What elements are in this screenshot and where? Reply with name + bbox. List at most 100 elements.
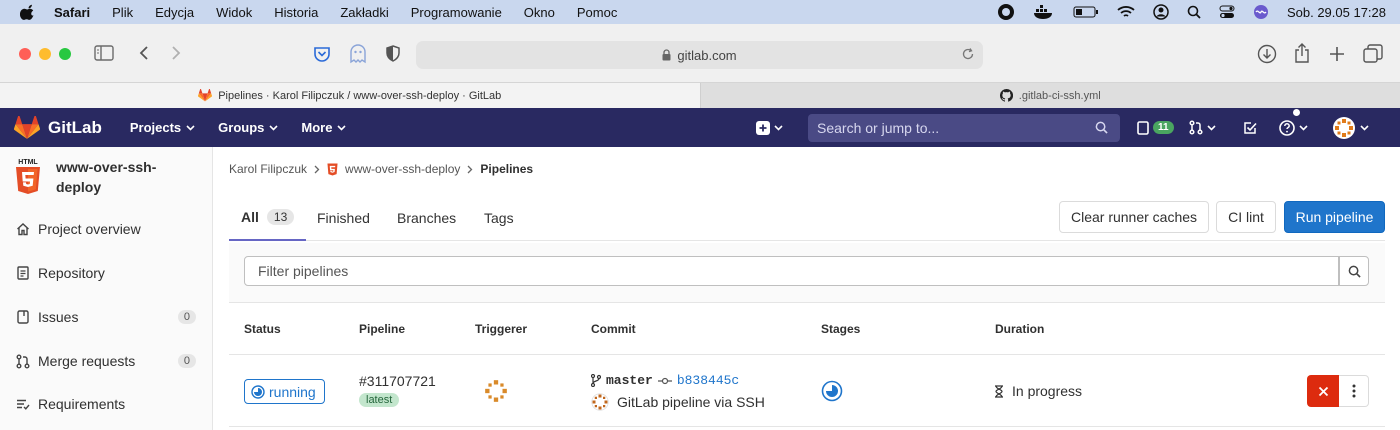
user-menu[interactable] xyxy=(1332,108,1369,147)
browser-tab-gitlab-ci[interactable]: .gitlab-ci-ssh.yml xyxy=(700,83,1400,108)
menu-develop[interactable]: Programowanie xyxy=(411,5,502,20)
user-switch-icon[interactable] xyxy=(1153,4,1169,20)
status-badge[interactable]: running xyxy=(244,379,325,404)
search-icon xyxy=(1348,265,1361,278)
requirements-icon xyxy=(17,399,30,410)
pipeline-id-link[interactable]: #311707721 xyxy=(359,373,436,389)
search-input[interactable]: Search or jump to... xyxy=(808,114,1120,142)
wifi-icon[interactable] xyxy=(1117,5,1135,19)
table-header-divider xyxy=(229,354,1385,355)
window-zoom-button[interactable] xyxy=(59,48,71,60)
cancel-pipeline-button[interactable] xyxy=(1307,375,1339,407)
plus-square-icon xyxy=(756,120,770,135)
reload-icon[interactable] xyxy=(961,47,975,61)
forward-icon[interactable] xyxy=(170,45,182,61)
status-running-icon xyxy=(251,384,265,399)
branch-icon xyxy=(591,374,601,387)
ci-lint-button[interactable]: CI lint xyxy=(1216,201,1276,233)
filter-placeholder: Filter pipelines xyxy=(258,263,349,279)
menu-window[interactable]: Okno xyxy=(524,5,555,20)
new-item-dropdown[interactable] xyxy=(756,108,783,147)
merge-request-icon xyxy=(1189,120,1203,135)
col-header-commit: Commit xyxy=(591,322,636,336)
run-pipeline-button[interactable]: Run pipeline xyxy=(1284,201,1385,233)
tab-all-count: 13 xyxy=(266,209,295,225)
share-icon[interactable] xyxy=(1294,42,1310,64)
pocket-icon[interactable] xyxy=(313,46,331,62)
merge-requests-dropdown[interactable] xyxy=(1189,108,1216,147)
chevron-down-icon xyxy=(269,124,278,131)
todo-check-icon xyxy=(1244,121,1257,134)
siri-icon[interactable] xyxy=(1253,4,1269,20)
breadcrumb-current[interactable]: Pipelines xyxy=(480,162,533,176)
tab-branches[interactable]: Branches xyxy=(397,195,456,241)
privacy-shield-icon[interactable] xyxy=(386,45,400,62)
gitlab-home-link[interactable]: GitLab xyxy=(14,115,102,140)
ghostery-icon[interactable] xyxy=(349,44,367,64)
menubar-clock[interactable]: Sob. 29.05 17:28 xyxy=(1287,5,1386,20)
triggerer-avatar[interactable] xyxy=(483,378,509,409)
chevron-down-icon xyxy=(337,124,347,131)
nav-projects[interactable]: Projects xyxy=(130,120,195,135)
window-minimize-button[interactable] xyxy=(39,48,51,60)
breadcrumb-owner[interactable]: Karol Filipczuk xyxy=(229,162,307,176)
breadcrumb-project[interactable]: www-over-ssh-deploy xyxy=(345,162,460,176)
new-tab-icon[interactable] xyxy=(1329,46,1345,62)
docker-icon[interactable] xyxy=(1033,4,1055,20)
sidebar-toggle-icon[interactable] xyxy=(94,45,114,61)
menu-edit[interactable]: Edycja xyxy=(155,5,194,20)
control-center-icon[interactable] xyxy=(1219,5,1235,19)
sidebar-item-issues[interactable]: Issues 0 xyxy=(0,305,212,329)
menu-app-name[interactable]: Safari xyxy=(54,5,90,20)
menu-bookmarks[interactable]: Zakładki xyxy=(340,5,388,20)
todos-link[interactable] xyxy=(1243,108,1257,147)
tab-finished-label: Finished xyxy=(317,210,370,226)
address-bar[interactable]: gitlab.com xyxy=(416,41,983,69)
chevron-right-icon xyxy=(467,165,473,173)
menu-view[interactable]: Widok xyxy=(216,5,252,20)
filter-pipelines-input[interactable]: Filter pipelines xyxy=(244,256,1339,286)
tab-overview-icon[interactable] xyxy=(1363,44,1383,64)
table-row-divider xyxy=(229,426,1385,427)
browser-tab-pipelines[interactable]: Pipelines · Karol Filipczuk / www-over-s… xyxy=(0,83,701,108)
back-icon[interactable] xyxy=(138,45,150,61)
window-close-button[interactable] xyxy=(19,48,31,60)
menu-file[interactable]: Plik xyxy=(112,5,133,20)
browser-tab-title: .gitlab-ci-ssh.yml xyxy=(1018,89,1101,102)
sidebar-item-merge-requests[interactable]: Merge requests 0 xyxy=(0,349,212,373)
sidebar-item-requirements[interactable]: Requirements xyxy=(0,392,212,416)
tab-tags[interactable]: Tags xyxy=(484,195,514,241)
apple-icon[interactable] xyxy=(20,4,36,20)
filter-search-button[interactable] xyxy=(1339,256,1369,286)
html5-project-icon xyxy=(327,163,338,175)
sidebar-item-repository[interactable]: Repository xyxy=(0,261,212,285)
nav-groups[interactable]: Groups xyxy=(218,120,278,135)
help-notification-dot xyxy=(1293,109,1300,116)
menu-help[interactable]: Pomoc xyxy=(577,5,617,20)
chevron-down-icon xyxy=(774,124,783,131)
more-actions-button[interactable] xyxy=(1339,375,1369,407)
clear-runner-caches-button[interactable]: Clear runner caches xyxy=(1059,201,1209,233)
col-header-pipeline: Pipeline xyxy=(359,322,406,336)
chevron-down-icon xyxy=(186,124,195,131)
menu-history[interactable]: Historia xyxy=(274,5,318,20)
camera-status-icon[interactable] xyxy=(997,3,1015,21)
issues-link[interactable]: 11 xyxy=(1137,108,1174,147)
tab-tags-label: Tags xyxy=(484,210,514,226)
stage-status-button[interactable] xyxy=(821,380,843,407)
sidebar-item-project-overview[interactable]: Project overview xyxy=(0,217,212,241)
project-header[interactable]: HTML www-over-ssh-deploy xyxy=(0,147,212,197)
tab-all[interactable]: All 13 xyxy=(229,195,307,241)
tab-finished[interactable]: Finished xyxy=(317,195,370,241)
commit-message-link[interactable]: GitLab pipeline via SSH xyxy=(617,394,765,410)
nav-more[interactable]: More xyxy=(301,120,347,135)
commit-sha-link[interactable]: b838445c xyxy=(677,373,739,388)
status-running-icon xyxy=(821,380,843,402)
battery-icon[interactable] xyxy=(1073,6,1099,18)
branch-name-link[interactable]: master xyxy=(606,373,653,388)
downloads-icon[interactable] xyxy=(1257,44,1277,64)
spotlight-icon[interactable] xyxy=(1187,5,1201,19)
browser-tab-title: Pipelines · Karol Filipczuk / www-over-s… xyxy=(218,89,502,102)
col-header-triggerer: Triggerer xyxy=(475,322,528,336)
html5-project-avatar-icon: HTML xyxy=(16,159,40,194)
